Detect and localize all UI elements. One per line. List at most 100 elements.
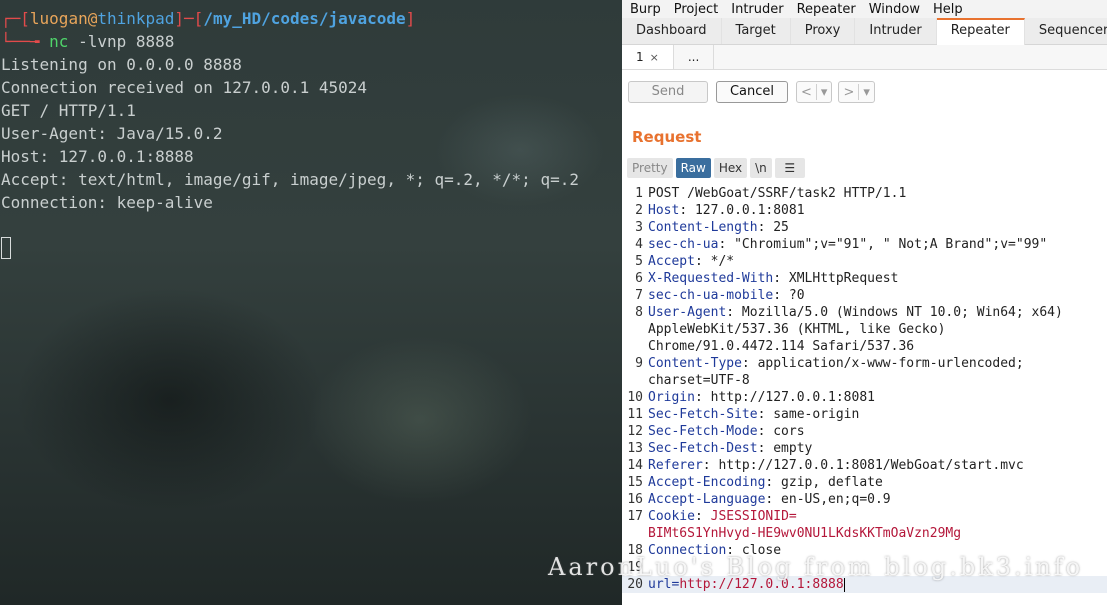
menu-project[interactable]: Project [674,2,718,17]
header-line: 8 User-Agent: Mozilla/5.0 (Windows NT 10.… [622,304,1107,321]
prompt-separator: ]─[ [174,9,204,28]
cookie-name: JSESSIONID= [710,509,797,524]
line-number: 6 [635,271,643,286]
menu-repeater[interactable]: Repeater [797,2,856,17]
line-number: 2 [635,203,643,218]
request-editor[interactable]: 1 POST /WebGoat/SSRF/task2 HTTP/1.1 2 Host… [622,185,1107,605]
line-number: 12 [627,424,643,439]
header-name: Sec-Fetch-Dest [648,441,758,456]
line-number: 11 [627,407,643,422]
prompt-user: luogan [29,9,88,28]
header-value: Mozilla/5.0 (Windows NT 10.0; Win64; x64… [734,305,1063,320]
menu-window[interactable]: Window [869,2,920,17]
tab-dashboard[interactable]: Dashboard [622,18,722,44]
line-number [622,372,648,389]
header-value: 25 [765,220,789,235]
header-name: Sec-Fetch-Mode [648,424,758,439]
repeater-subtab-bar: 1 × ... [622,45,1107,70]
line-number: 17 [627,509,643,524]
tab-repeater[interactable]: Repeater [936,18,1025,46]
new-tab-button[interactable]: ... [674,45,715,69]
watermark: AaronLuo's Blog from blog.bk3.info [548,553,1084,581]
header-line: 6 X-Requested-With: XMLHttpRequest [622,270,1107,287]
header-line: 15 Accept-Encoding: gzip, deflate [622,474,1107,491]
header-name: X-Requested-With [648,271,774,286]
line-number: 9 [635,356,643,371]
header-line: 3 Content-Length: 25 [622,219,1107,236]
request-line-text: POST /WebGoat/SSRF/task2 HTTP/1.1 [648,186,907,201]
terminal-output-line: Connection: keep-alive [1,193,213,212]
tab-proxy[interactable]: Proxy [791,18,856,44]
header-value: charset=UTF-8 [648,373,750,388]
menu-burp[interactable]: Burp [630,2,661,17]
terminal-output-line: Connection received on 127.0.0.1 45024 [1,78,368,97]
hex-view-button[interactable]: Hex [713,158,748,178]
header-name: Sec-Fetch-Site [648,407,758,422]
header-value [703,509,711,524]
prompt-path: /my_HD/codes/javacode [203,9,406,28]
cancel-button[interactable]: Cancel [716,81,788,103]
prompt-bracket: ┌─[ [1,9,30,28]
header-name: Content-Length [648,220,758,235]
header-line: 7 sec-ch-ua-mobile: ?0 [622,287,1107,304]
prompt-arrow: └──╼ [1,32,40,51]
header-name: Host [648,203,680,218]
terminal-output-line: Listening on 0.0.0.0 8888 [1,55,242,74]
chevron-left-icon: < [801,84,812,100]
header-value: empty [765,441,813,456]
menu-intruder[interactable]: Intruder [731,2,783,17]
burp-suite-window: Burp Project Intruder Repeater Window He… [622,0,1107,605]
header-value: */* [702,254,735,269]
tab-sequencer[interactable]: Sequencer [1025,18,1107,44]
line-number: 3 [635,220,643,235]
header-value: ?0 [781,288,805,303]
prompt-bracket-close: ] [405,9,416,28]
back-button[interactable]: < ▾ [796,81,833,103]
request-line: 1 POST /WebGoat/SSRF/task2 HTTP/1.1 [622,185,1107,202]
line-number: 15 [627,475,643,490]
terminal-output-line: GET / HTTP/1.1 [1,101,136,120]
header-line: 12 Sec-Fetch-Mode: cors [622,423,1107,440]
tab-target[interactable]: Target [722,18,791,44]
dropdown-icon[interactable]: ▾ [817,85,832,100]
send-button[interactable]: Send [628,81,708,103]
menu-icon[interactable]: ☰ [774,158,805,178]
header-line: 9 Content-Type: application/x-www-form-ur… [622,355,1107,372]
line-number: 1 [635,186,643,201]
tool-tab-bar: Dashboard Target Proxy Intruder Repeater… [622,18,1107,46]
line-number [622,338,648,355]
header-continuation: charset=UTF-8 [622,372,1107,389]
header-name: User-Agent [648,305,727,320]
close-icon[interactable]: × [650,51,659,64]
prompt-at: @ [87,9,98,28]
dropdown-icon[interactable]: ▾ [859,85,874,100]
header-value: application/x-www-form-urlencoded; [749,356,1024,371]
header-line: 5 Accept: */* [622,253,1107,270]
repeater-tab-label: 1 [636,50,644,64]
terminal-cursor [1,237,11,259]
pretty-view-button[interactable]: Pretty [627,158,673,178]
header-line: 2 Host: 127.0.0.1:8081 [622,202,1107,219]
forward-button[interactable]: > ▾ [838,81,875,103]
line-number: 7 [635,288,643,303]
header-value: cors [765,424,805,439]
header-name: Accept-Encoding [648,475,766,490]
header-value: 127.0.0.1:8081 [687,203,805,218]
header-line: 16 Accept-Language: en-US,en;q=0.9 [622,491,1107,508]
repeater-tab-1[interactable]: 1 × [622,45,674,69]
tab-intruder[interactable]: Intruder [855,18,937,44]
terminal-output-line: User-Agent: Java/15.0.2 [1,124,223,143]
line-number [622,321,648,338]
raw-view-button[interactable]: Raw [675,158,711,178]
session-id-value: BIMt6S1YnHvyd-HE9wv0NU1LKdsKKTmOaVzn29Mg [648,526,962,541]
header-line: 10 Origin: http://127.0.0.1:8081 [622,389,1107,406]
header-line: 13 Sec-Fetch-Dest: empty [622,440,1107,457]
menu-bar: Burp Project Intruder Repeater Window He… [622,0,1107,18]
header-line: 4 sec-ch-ua: "Chromium";v="91", " Not;A B… [622,236,1107,253]
line-number: 4 [635,237,643,252]
terminal-pane[interactable]: ┌─[luogan@thinkpad]─[/my_HD/codes/javaco… [0,0,622,605]
shell-prompt: ┌─[luogan@thinkpad]─[/my_HD/codes/javaco… [1,8,415,30]
newline-toggle-button[interactable]: \n [750,158,772,178]
menu-help[interactable]: Help [933,2,963,17]
line-number: 13 [627,441,643,456]
